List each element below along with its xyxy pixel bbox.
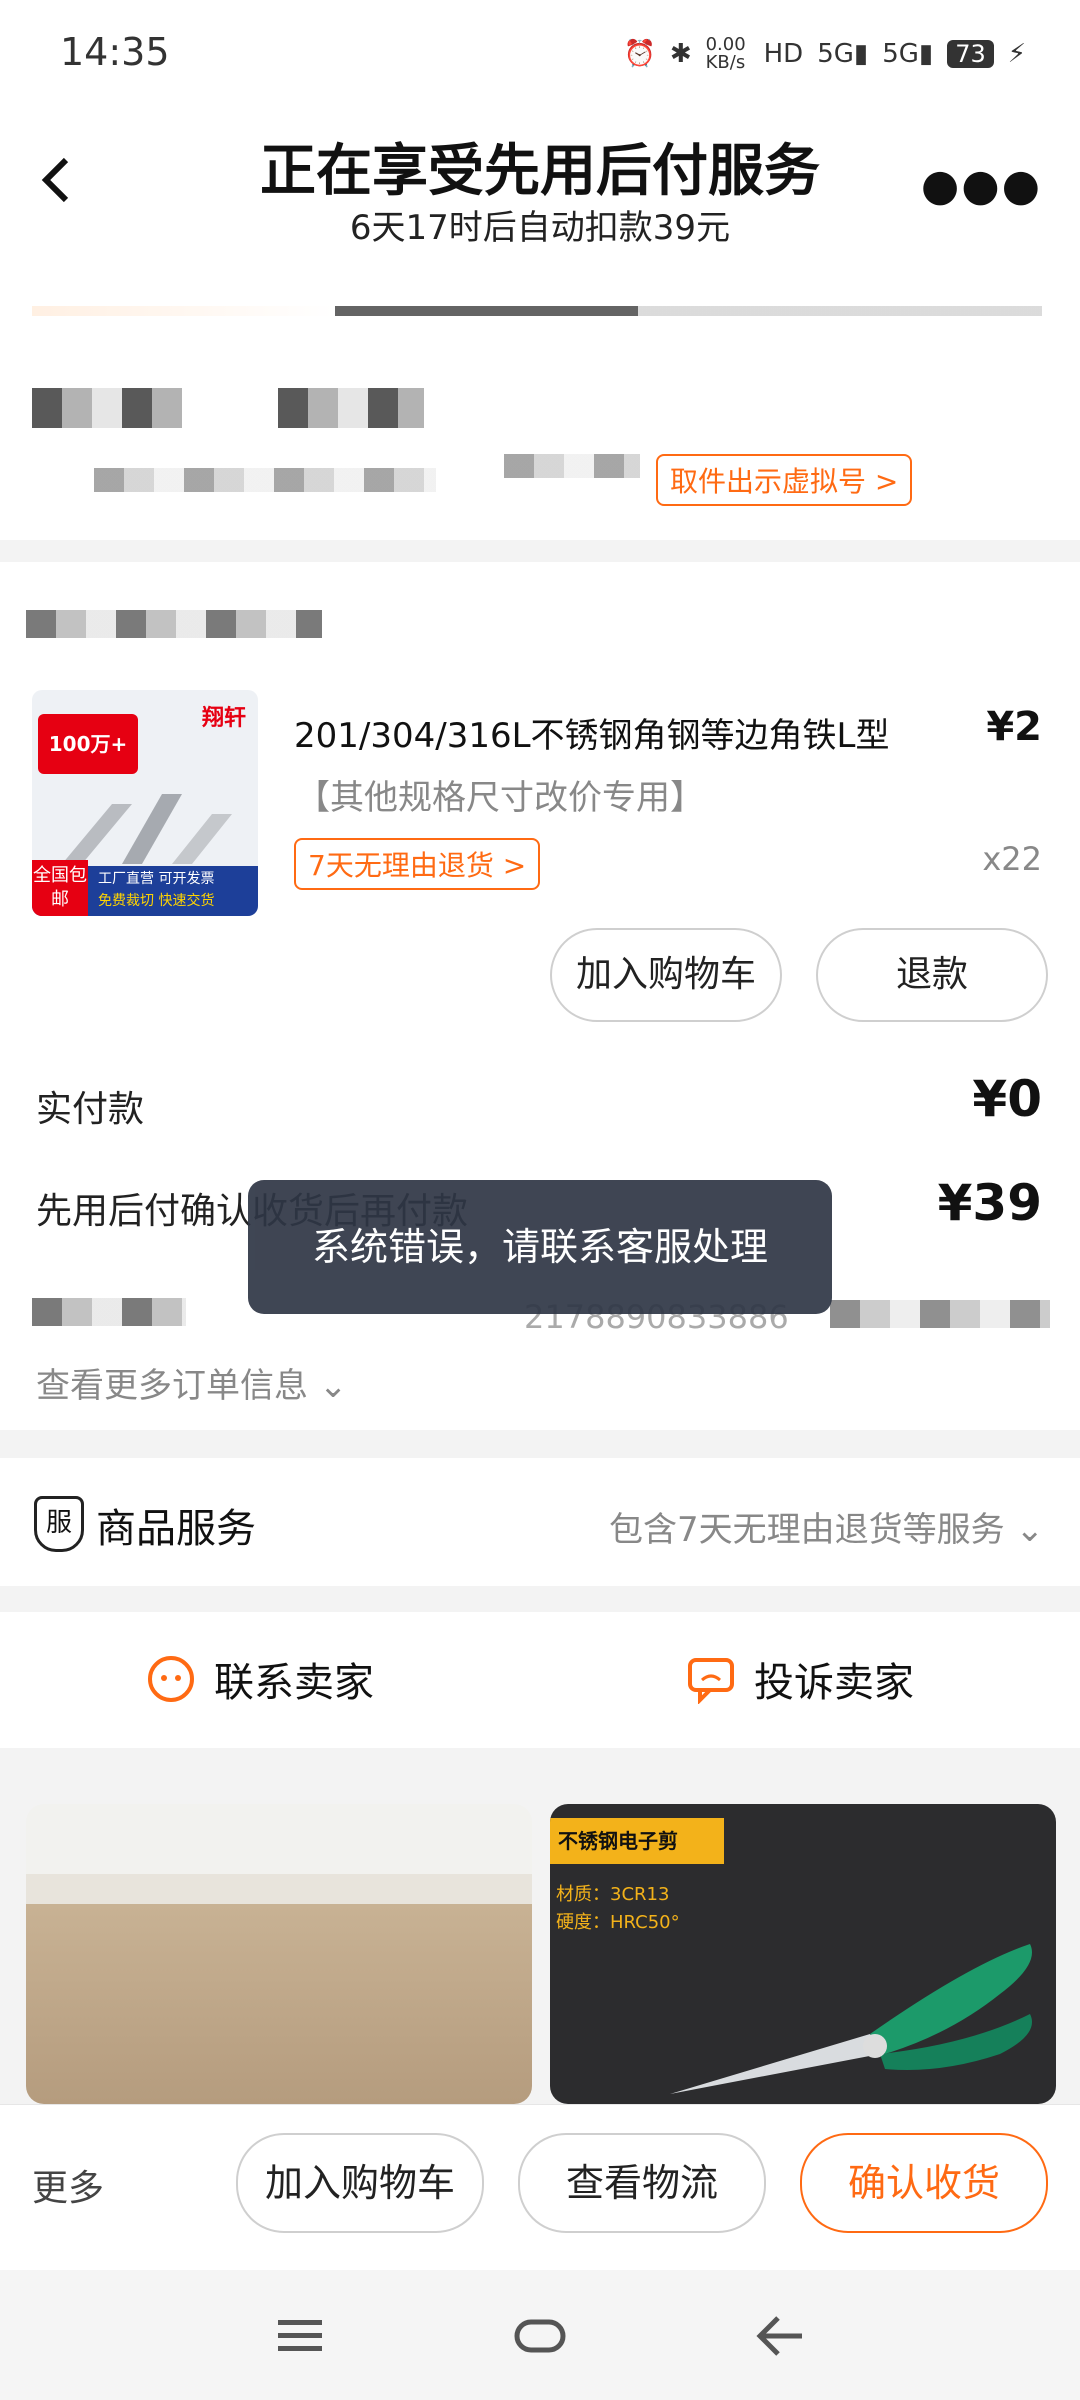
alarm-icon: ⏰ (623, 39, 656, 69)
status-icons: ⏰ ✱ 0.00 KB/s HD 5G▮ 5G▮ 73 ⚡ (623, 36, 1026, 72)
page-header: 正在享受先用后付服务 6天17时后自动扣款39元 ●●● (0, 110, 1080, 270)
recommend-item-scissors[interactable]: 不锈钢电子剪 材质：3CR13 硬度：HRC50° (550, 1804, 1056, 2104)
menu-icon[interactable] (276, 2316, 324, 2356)
shop-name-blur (26, 610, 322, 638)
contact-seller-label: 联系卖家 (214, 1660, 374, 1706)
recommend-item-floor[interactable] (26, 1804, 532, 2104)
page-title: 正在享受先用后付服务 (260, 139, 820, 204)
factory-text: 工厂直营 可开发票 (98, 871, 215, 887)
bnpl-value: ¥39 (937, 1174, 1042, 1232)
contact-row: 联系卖家 投诉卖家 (0, 1612, 1080, 1748)
chat-face-icon (148, 1656, 194, 1702)
more-icon[interactable]: ●●● (921, 160, 1042, 211)
add-cart-item-button[interactable]: 加入购物车 (550, 928, 782, 1022)
view-logistics-button[interactable]: 查看物流 (518, 2133, 766, 2233)
detail-blur (94, 468, 436, 492)
status-time: 14:35 (60, 30, 170, 74)
page-subtitle: 6天17时后自动扣款39元 (349, 208, 731, 248)
scissors-hardness: 硬度：HRC50° (556, 1912, 680, 1933)
phone-blur (278, 388, 424, 428)
copy-blur (830, 1300, 1050, 1328)
contact-seller-button[interactable]: 联系卖家 (146, 1650, 374, 1708)
confirm-receipt-button[interactable]: 确认收货 (800, 2133, 1048, 2233)
product-title[interactable]: 201/304/316L不锈钢角钢等边角铁L型 (294, 708, 974, 757)
product-price: ¥2 (986, 704, 1042, 750)
service-badge-icon: 服 (34, 1496, 84, 1552)
complaint-icon (688, 1658, 734, 1704)
more-actions-button[interactable]: 更多 (32, 2159, 104, 2211)
view-more-label: 查看更多订单信息 (36, 1366, 308, 1406)
chevron-down-icon: ⌄ (1015, 1510, 1045, 1550)
status-bar: 14:35 ⏰ ✱ 0.00 KB/s HD 5G▮ 5G▮ 73 ⚡ (0, 0, 1080, 110)
return-tag[interactable]: 7天无理由退货 > (294, 838, 541, 890)
paid-label: 实付款 (36, 1089, 145, 1130)
view-more-link[interactable]: 查看更多订单信息 ⌄ (36, 1358, 347, 1407)
error-toast: 系统错误，请联系客服处理 (248, 1180, 832, 1314)
hd-icon: HD (763, 39, 804, 69)
back-nav-icon[interactable] (756, 2314, 804, 2358)
signal-icon-2: 5G▮ (882, 39, 934, 69)
chevron-down-icon: ⌄ (318, 1366, 348, 1406)
paid-value: ¥0 (972, 1070, 1042, 1128)
scissors-material: 材质：3CR13 (556, 1884, 670, 1905)
address-blur (32, 306, 1042, 316)
free-shipping-badge: 全国包邮 (32, 860, 88, 916)
scissors-tag: 不锈钢电子剪 (550, 1818, 724, 1864)
bottom-action-bar: 更多 加入购物车 查看物流 确认收货 (0, 2104, 1080, 2271)
home-icon[interactable] (514, 2314, 566, 2358)
floor-skirting (26, 1874, 532, 1904)
order-id-label-blur (32, 1298, 186, 1326)
charging-icon: ⚡ (1007, 39, 1026, 69)
product-image[interactable]: 100万+ 翔轩 全国包邮 工厂直营 可开发票 免费裁切 快速交货 (32, 690, 258, 916)
angle-steel-graphic (62, 794, 232, 864)
product-spec: 【其他规格尺寸改价专用】 (296, 778, 704, 818)
net-speed: 0.00 KB/s (705, 34, 746, 73)
address-card: 取件出示虚拟号 > (0, 270, 1080, 540)
service-row[interactable]: 服 商品服务 包含7天无理由退货等服务 ⌄ (0, 1458, 1080, 1586)
detail-blur-2 (504, 454, 640, 478)
complain-seller-button[interactable]: 投诉卖家 (686, 1650, 914, 1708)
cutting-text: 免费裁切 快速交货 (98, 893, 215, 909)
product-quantity: x22 (982, 840, 1042, 878)
battery-icon: 73 (947, 40, 994, 68)
brand-logo: 翔轩 (202, 706, 247, 731)
add-cart-button[interactable]: 加入购物车 (236, 2133, 484, 2233)
bluetooth-icon: ✱ (669, 39, 692, 69)
signal-icon: 5G▮ (817, 39, 869, 69)
recipient-blur (32, 388, 182, 428)
system-nav-bar (0, 2270, 1080, 2400)
service-detail: 包含7天无理由退货等服务 ⌄ (609, 1502, 1044, 1551)
complain-seller-label: 投诉卖家 (754, 1660, 914, 1706)
service-detail-text: 包含7天无理由退货等服务 (609, 1510, 1005, 1550)
refund-button[interactable]: 退款 (816, 928, 1048, 1022)
virtual-number-button[interactable]: 取件出示虚拟号 > (656, 454, 913, 506)
scissors-graphic (670, 1944, 1032, 2094)
service-label: 商品服务 (96, 1506, 256, 1552)
